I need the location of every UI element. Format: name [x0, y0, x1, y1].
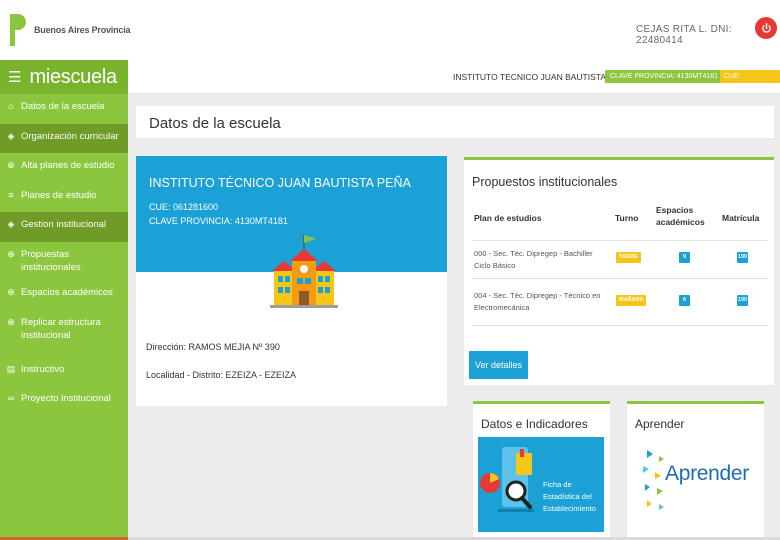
- sidebar-item-label: Instructivo: [21, 363, 65, 375]
- list-icon: ≡: [8, 189, 14, 200]
- sidebar-item-label: Gestion institucional: [21, 219, 107, 231]
- book-icon: ▤: [6, 363, 16, 374]
- sidebar-item-label: Datos de la escuela: [21, 101, 105, 112]
- row-plan: 000 - Sec. Téc. Dipregep - Bachiller Cic…: [474, 249, 593, 270]
- brand-name: miescuela: [29, 65, 117, 88]
- clave-badge: CLAVE PROVINCIA: 4130MT4181: [605, 70, 724, 83]
- sidebar-item-datos-escuela[interactable]: ⌂ Datos de la escuela: [0, 94, 128, 124]
- layers-icon: ◈: [7, 219, 15, 230]
- school-address: Dirección: RAMOS MEJIA Nº 390: [146, 342, 280, 352]
- home-icon: ⌂: [8, 101, 14, 111]
- espacios-badge: 6: [679, 295, 690, 306]
- plus-circle-icon: ⊕: [7, 160, 15, 171]
- province-logo-icon: [10, 14, 26, 46]
- table-divider: [472, 278, 768, 279]
- app-root: Buenos Aires Provincia CEJAS RITA L. DNI…: [0, 0, 780, 540]
- column-header-espacios: Espacios académicos: [656, 205, 705, 227]
- layers-icon: ◈: [7, 130, 15, 141]
- datos-indicadores-card[interactable]: Datos e Indicadores Ficha de Estadística…: [473, 401, 610, 540]
- province-logo[interactable]: Buenos Aires Provincia: [8, 12, 131, 48]
- sidebar-item-replicar-estructura[interactable]: ⊕ Replicar estructura institucional: [0, 310, 128, 357]
- column-header-matricula: Matrícula: [722, 213, 760, 223]
- sidebar-item-proyecto-institucional[interactable]: ∞ Proyecto institucional: [0, 386, 128, 416]
- ficha-line: Estadística del: [543, 492, 592, 501]
- sidebar-item-label: Planes de estudio: [21, 189, 97, 201]
- column-header-plan: Plan de estudios: [474, 213, 542, 223]
- matricula-badge: 190: [737, 295, 748, 306]
- logo-text: Buenos Aires Provincia: [34, 25, 131, 35]
- plus-circle-icon: ⊕: [7, 286, 15, 297]
- matricula-badge: 190: [737, 252, 748, 263]
- statistics-magnifier-icon: [480, 447, 534, 512]
- turno-badge: MAÑANA: [616, 295, 647, 306]
- school-cue: CUE: 061281600: [149, 202, 219, 212]
- school-name: INSTITUTO TÉCNICO JUAN BAUTISTA PEÑA: [149, 176, 411, 190]
- turno-badge: TARDE: [616, 252, 641, 263]
- cue-badge: CUE: 061281600: [720, 70, 780, 93]
- top-header: Buenos Aires Provincia CEJAS RITA L. DNI…: [0, 0, 780, 60]
- ficha-text: Ficha de Estadística del Establecimiento: [543, 479, 596, 515]
- sidebar: ☰ miescuela ⌂ Datos de la escuela ◈ Orga…: [0, 60, 128, 540]
- power-icon: [761, 22, 771, 33]
- ficha-line: Establecimiento: [543, 504, 596, 513]
- ficha-line: Ficha de: [543, 480, 572, 489]
- page-title: Datos de la escuela: [149, 115, 281, 132]
- ficha-banner[interactable]: Ficha de Estadística del Establecimiento: [478, 437, 604, 532]
- row-plan: 004 - Sec. Téc. Dipregep - Técnico en El…: [474, 291, 601, 312]
- sidebar-brand: ☰ miescuela: [0, 60, 128, 94]
- sidebar-item-alta-planes[interactable]: ⊕ Alta planes de estudio: [0, 153, 128, 183]
- main-content: Datos de la escuela INSTITUTO TÉCNICO JU…: [128, 94, 780, 540]
- sidebar-item-gestion-institucional[interactable]: ◈ Gestion institucional: [0, 212, 128, 242]
- school-building-icon: [270, 235, 338, 308]
- logout-button[interactable]: [755, 17, 777, 39]
- sub-header: INSTITUTO TECNICO JUAN BAUTISTA PEÑA CLA…: [128, 60, 780, 94]
- school-locality: Localidad - Distrito: EZEIZA - EZEIZA: [146, 370, 297, 380]
- sidebar-item-propuestas-institucionales[interactable]: ⊕ Propuestas institucionales: [0, 242, 128, 280]
- espacios-badge: 9: [679, 252, 690, 263]
- plus-circle-icon: ⊕: [7, 248, 15, 259]
- link-icon: ∞: [7, 393, 15, 404]
- school-card: INSTITUTO TÉCNICO JUAN BAUTISTA PEÑA CUE…: [136, 156, 447, 406]
- sidebar-item-label: Proyecto institucional: [21, 393, 111, 405]
- sidebar-item-espacios-academicos[interactable]: ⊕ Espacios académicos: [0, 280, 128, 310]
- aprender-card[interactable]: Aprender Aprender: [627, 401, 764, 540]
- sidebar-item-label: Organización curricular: [21, 130, 119, 142]
- aprender-logo[interactable]: Aprender: [627, 434, 764, 534]
- sidebar-item-instructivo[interactable]: ▤ Instructivo: [0, 357, 128, 387]
- propuestas-card: Propuestos institucionales Plan de estud…: [464, 157, 774, 385]
- table-divider: [472, 325, 768, 326]
- ver-detalles-button[interactable]: Ver detalles: [469, 351, 529, 379]
- datos-indicadores-title: Datos e Indicadores: [481, 417, 588, 431]
- sidebar-item-label: Espacios académicos: [21, 286, 113, 298]
- page-title-bar: Datos de la escuela: [136, 106, 774, 138]
- sidebar-item-label: Alta planes de estudio: [21, 160, 115, 172]
- sidebar-item-label: Propuestas institucionales: [21, 248, 81, 273]
- school-clave: CLAVE PROVINCIA: 4130MT4181: [149, 216, 288, 226]
- plus-circle-icon: ⊕: [7, 316, 15, 327]
- table-divider: [472, 240, 768, 241]
- sidebar-item-organizacion-curricular[interactable]: ◈ Organización curricular: [0, 123, 128, 154]
- sidebar-item-planes-estudio[interactable]: ≡ Planes de estudio: [0, 183, 128, 213]
- column-header-turno: Turno: [615, 213, 639, 223]
- aprender-logo-text: Aprender: [665, 462, 749, 485]
- propuestas-title: Propuestos institucionales: [472, 175, 618, 189]
- aprender-title: Aprender: [635, 417, 685, 431]
- sidebar-item-label: Replicar estructura institucional: [21, 316, 101, 341]
- menu-icon[interactable]: ☰: [8, 70, 21, 85]
